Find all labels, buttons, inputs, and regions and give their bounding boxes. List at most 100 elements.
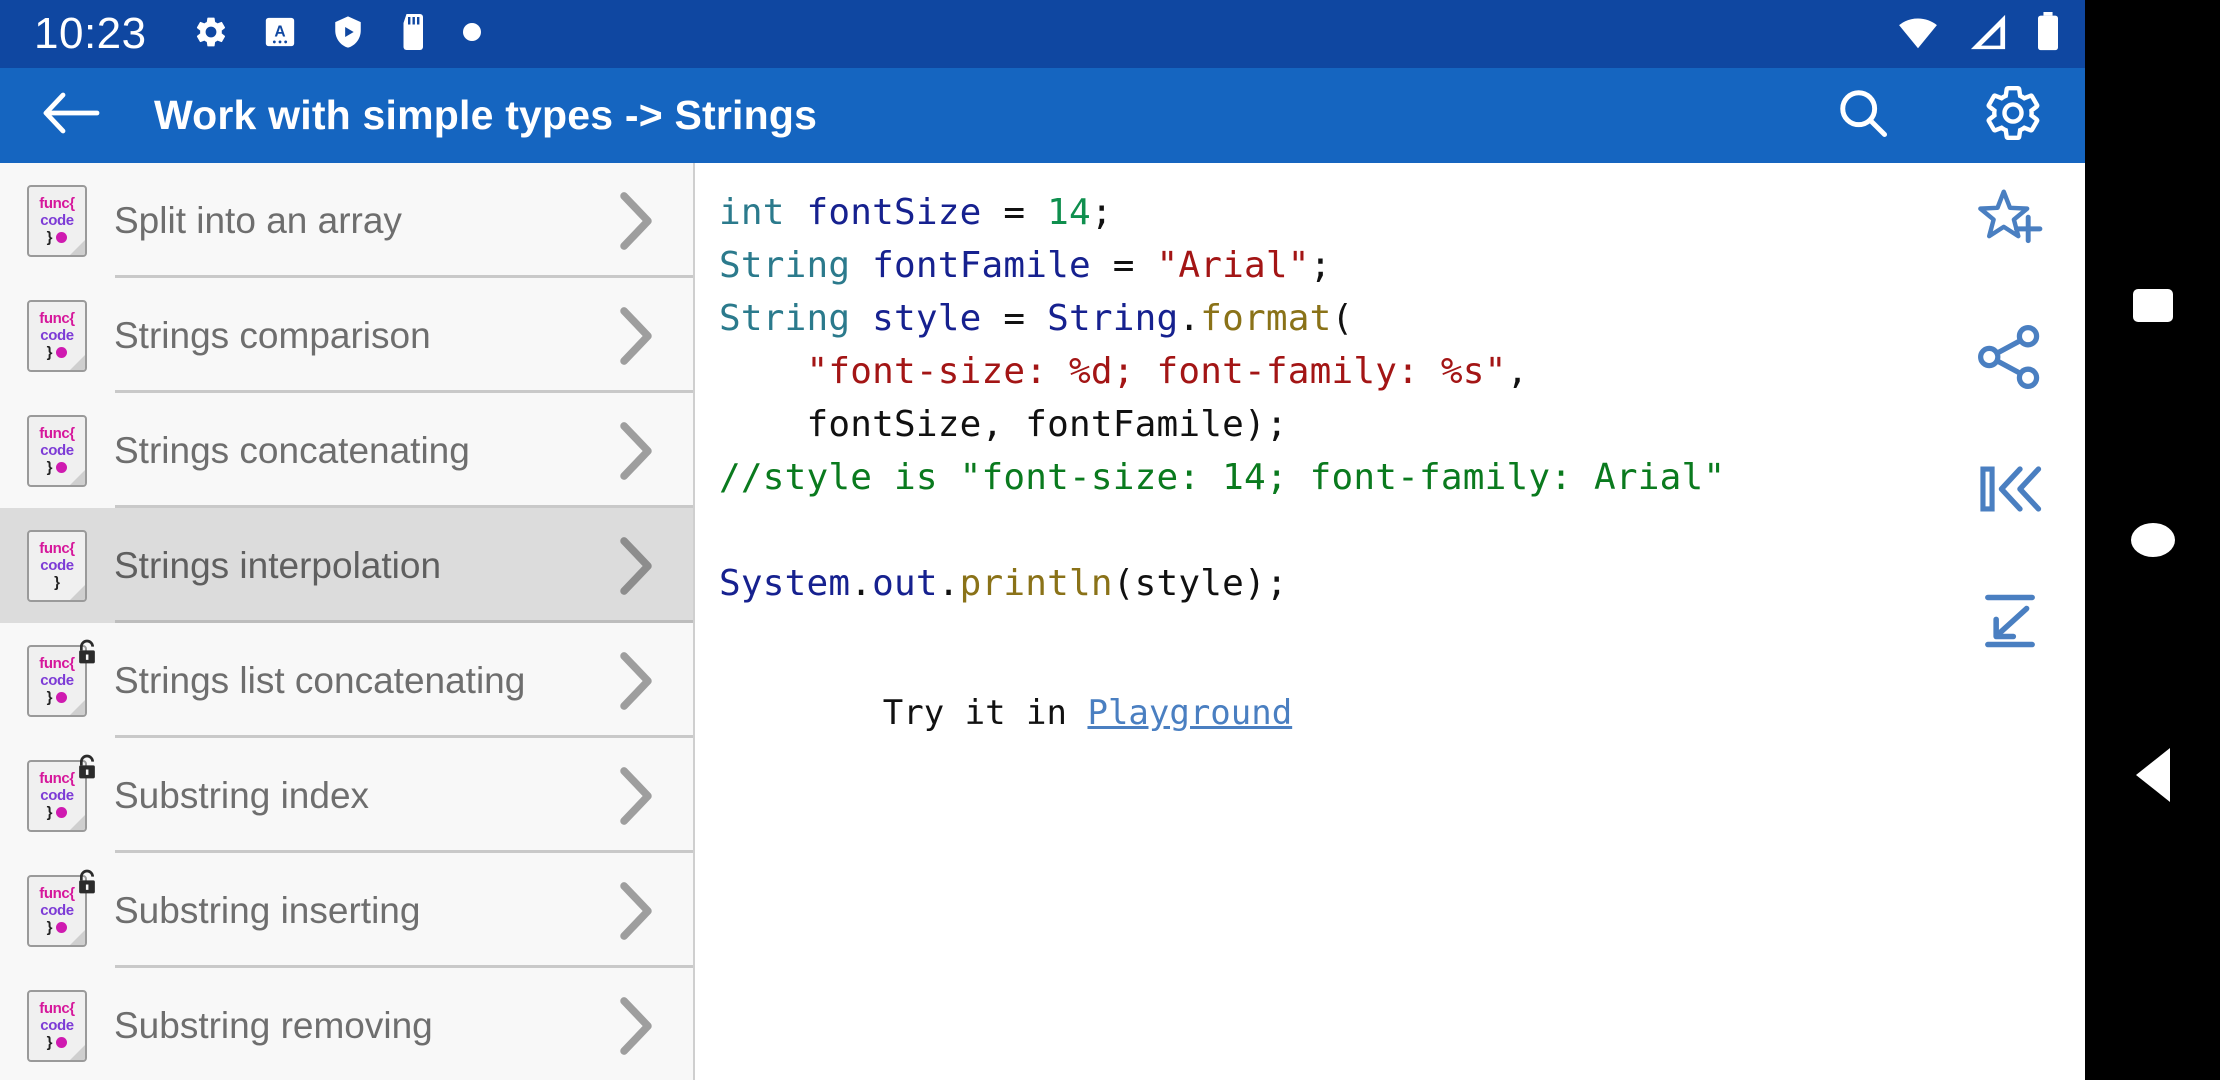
list-item-label: Substring inserting <box>114 889 421 931</box>
code-token: 14 <box>1047 192 1091 233</box>
list-item[interactable]: func{code} Strings comparison <box>0 278 693 393</box>
list-item-label: Substring index <box>114 774 370 816</box>
search-button[interactable] <box>1825 78 1901 154</box>
func-code-icon: func{code} <box>27 299 87 372</box>
list-item-icon-wrap: func{code} <box>14 175 100 267</box>
code-line: String style = String.format( <box>719 292 2085 345</box>
list-item[interactable]: func{code} Substring inserting <box>0 853 693 968</box>
fit-content-button[interactable] <box>1966 579 2054 667</box>
list-item[interactable]: func{code} Split into an array <box>0 163 693 278</box>
code-token: format <box>1200 298 1332 339</box>
chevron-right-icon <box>603 995 693 1057</box>
status-bar: 10:23 A <box>0 0 2085 68</box>
circle-icon <box>2130 523 2175 557</box>
code-token: , <box>1506 351 1529 392</box>
triangle-left-icon <box>2135 748 2170 802</box>
code-token: = <box>1090 245 1157 286</box>
app-letter-a-icon: A <box>263 15 297 54</box>
code-token: out <box>872 563 938 604</box>
status-notification-icons: A <box>193 13 481 55</box>
list-item[interactable]: func{code} Substring removing <box>0 968 693 1080</box>
code-token: style <box>872 298 982 339</box>
content-area: func{code} Split into an array func{code} S… <box>0 163 2085 1080</box>
list-item[interactable]: func{code} Strings list concatenating <box>0 623 693 738</box>
code-token: . <box>937 563 960 604</box>
page-title: Work with simple types -> Strings <box>154 92 818 138</box>
code-panel: int fontSize = 14; String fontFamile = "A… <box>695 163 2085 1080</box>
share-icon <box>1974 321 2046 398</box>
code-line: String fontFamile = "Arial"; <box>719 239 2085 292</box>
code-token: ( <box>1331 298 1354 339</box>
settings-button[interactable] <box>1975 78 2051 154</box>
svg-text:A: A <box>274 23 285 40</box>
code-token: = <box>981 298 1048 339</box>
dot-icon <box>462 22 481 46</box>
code-token: System <box>719 563 851 604</box>
lock-icon <box>76 754 98 780</box>
chevron-right-icon <box>603 880 693 942</box>
code-token: (style); <box>1112 563 1288 604</box>
search-icon <box>1835 85 1891 146</box>
topic-list[interactable]: func{code} Split into an array func{code} S… <box>0 163 695 1080</box>
code-block: int fontSize = 14; String fontFamile = "A… <box>695 163 2085 610</box>
gear-icon <box>193 14 229 55</box>
square-icon <box>2132 288 2173 322</box>
try-prefix-text: Try it in <box>882 693 1088 733</box>
list-item[interactable]: func{code} Substring index <box>0 738 693 853</box>
list-item-label: Strings interpolation <box>114 544 442 586</box>
list-item-icon-wrap: func{code} <box>14 865 100 957</box>
code-token: . <box>850 563 873 604</box>
gear-icon <box>1982 82 2044 149</box>
share-button[interactable] <box>1966 315 2054 403</box>
code-token: String <box>719 245 851 286</box>
back-button[interactable] <box>36 81 106 151</box>
code-token: "Arial" <box>1156 245 1310 286</box>
code-token: ; <box>1309 245 1332 286</box>
chevron-right-icon <box>603 305 693 367</box>
app-bar-actions <box>1825 78 2051 154</box>
add-to-favorites-button[interactable] <box>1966 183 2054 271</box>
code-line: fontSize, fontFamile); <box>719 398 2085 451</box>
list-item[interactable]: func{code} Strings interpolation <box>0 508 693 623</box>
lock-icon <box>76 639 98 665</box>
code-token: String <box>719 298 851 339</box>
status-clock: 10:23 <box>34 9 147 58</box>
cellular-signal-icon <box>1967 13 2009 56</box>
chevron-right-icon <box>603 420 693 482</box>
code-token: String <box>1047 298 1179 339</box>
code-token: = <box>981 192 1048 233</box>
list-item-icon-wrap: func{code} <box>14 750 100 842</box>
code-token: int <box>719 192 785 233</box>
code-token: //style is "font-size: 14; font-family: … <box>719 457 1726 498</box>
collapse-panel-button[interactable] <box>1966 447 2054 535</box>
wifi-icon <box>1895 14 1941 55</box>
back-button-nav[interactable] <box>2118 740 2188 810</box>
battery-icon <box>2035 11 2061 57</box>
list-item-label: Split into an array <box>114 199 402 241</box>
code-line: System.out.println(style); <box>719 557 2085 610</box>
try-it-line: Try it in Playground <box>695 610 2085 773</box>
list-item-label: Strings comparison <box>114 314 431 356</box>
sd-card-icon <box>399 13 429 55</box>
list-item-label: Substring removing <box>114 1004 433 1046</box>
code-token: fontSize, fontFamile); <box>784 404 1288 445</box>
list-item-icon-wrap: func{code} <box>14 405 100 497</box>
func-code-icon: func{code} <box>27 414 87 487</box>
func-code-icon: func{code} <box>27 989 87 1062</box>
playground-link[interactable]: Playground <box>1087 693 1292 733</box>
screen-root: 10:23 A Work with simple types -> String… <box>0 0 2220 1080</box>
code-line: //style is "font-size: 14; font-family: … <box>719 451 2085 504</box>
list-item[interactable]: func{code} Strings concatenating <box>0 393 693 508</box>
chevron-right-icon <box>603 650 693 712</box>
list-item-icon-wrap: func{code} <box>14 290 100 382</box>
back-arrow-icon <box>41 90 101 141</box>
recents-button[interactable] <box>2118 270 2188 340</box>
android-nav-bar <box>2085 0 2220 1080</box>
code-token: fontSize <box>806 192 982 233</box>
home-button[interactable] <box>2118 505 2188 575</box>
